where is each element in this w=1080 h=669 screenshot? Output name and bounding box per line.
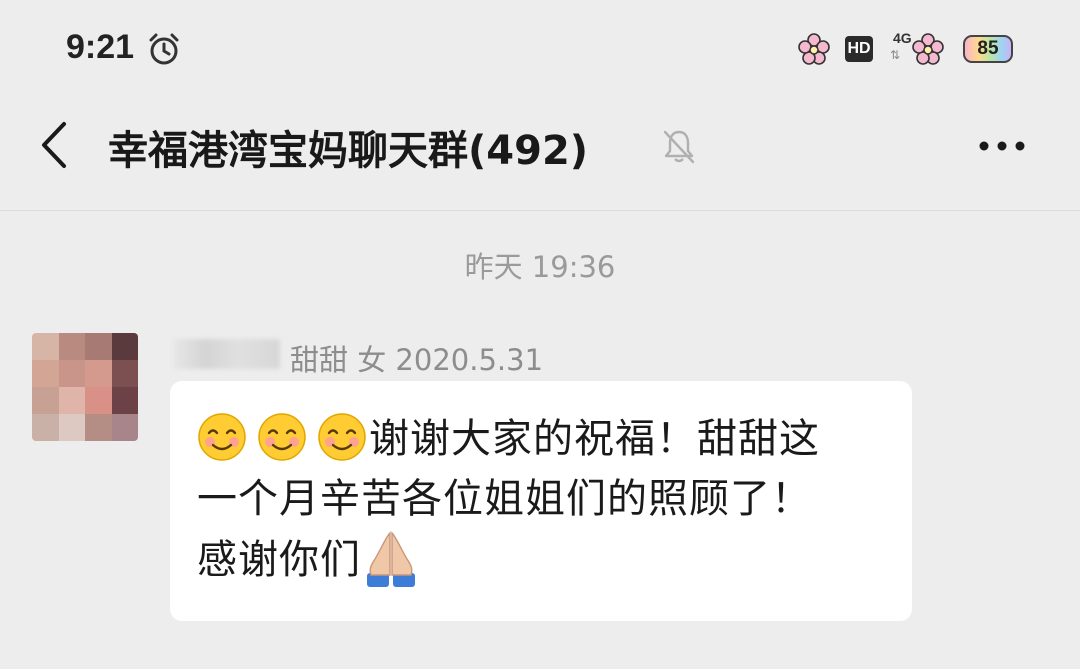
network-arrows-icon: ⇅ bbox=[890, 48, 901, 62]
smiling-face-icon bbox=[318, 413, 366, 461]
message-line: 感谢你们 bbox=[197, 529, 886, 590]
avatar[interactable] bbox=[32, 333, 138, 441]
status-bar: 9:21 HD 4G ⇅ 85 bbox=[0, 0, 1080, 100]
hd-icon: HD bbox=[845, 36, 873, 62]
bell-off-icon bbox=[663, 130, 695, 164]
message-line: 谢谢大家的祝福！甜甜这 bbox=[197, 409, 886, 469]
chat-header: 幸福港湾宝妈聊天群(492) bbox=[0, 100, 1080, 211]
status-time: 9:21 bbox=[66, 28, 135, 66]
chat-title: 幸福港湾宝妈聊天群(492) bbox=[108, 128, 589, 174]
folded-hands-icon bbox=[367, 531, 415, 587]
message-text: 谢谢大家的祝福！甜甜这 一个月辛苦各位姐姐们的照顾了！ 感谢你们 bbox=[197, 409, 886, 590]
chevron-left-icon[interactable] bbox=[30, 120, 80, 170]
flower-icon bbox=[798, 33, 830, 65]
smiling-face-icon bbox=[258, 413, 306, 461]
alarm-icon bbox=[149, 33, 179, 65]
battery-level: 85 bbox=[977, 38, 999, 59]
network-label: 4G bbox=[893, 30, 912, 46]
message-line-2: 一个月辛苦各位姐姐们的照顾了！ bbox=[197, 476, 812, 522]
sender-nickname-blurred bbox=[174, 339, 280, 369]
battery-icon: 85 bbox=[963, 35, 1013, 63]
flower-icon bbox=[912, 33, 944, 65]
message-line-3: 感谢你们 bbox=[197, 537, 361, 583]
more-dots-icon[interactable] bbox=[970, 126, 1034, 166]
message-timestamp: 昨天 19:36 bbox=[464, 250, 616, 284]
smiling-face-icon bbox=[198, 413, 246, 461]
message-line-1: 谢谢大家的祝福！甜甜这 bbox=[369, 416, 820, 462]
message-bubble[interactable]: 谢谢大家的祝福！甜甜这 一个月辛苦各位姐姐们的照顾了！ 感谢你们 bbox=[170, 381, 912, 621]
sender-name: 甜甜 女 2020.5.31 bbox=[290, 343, 544, 377]
